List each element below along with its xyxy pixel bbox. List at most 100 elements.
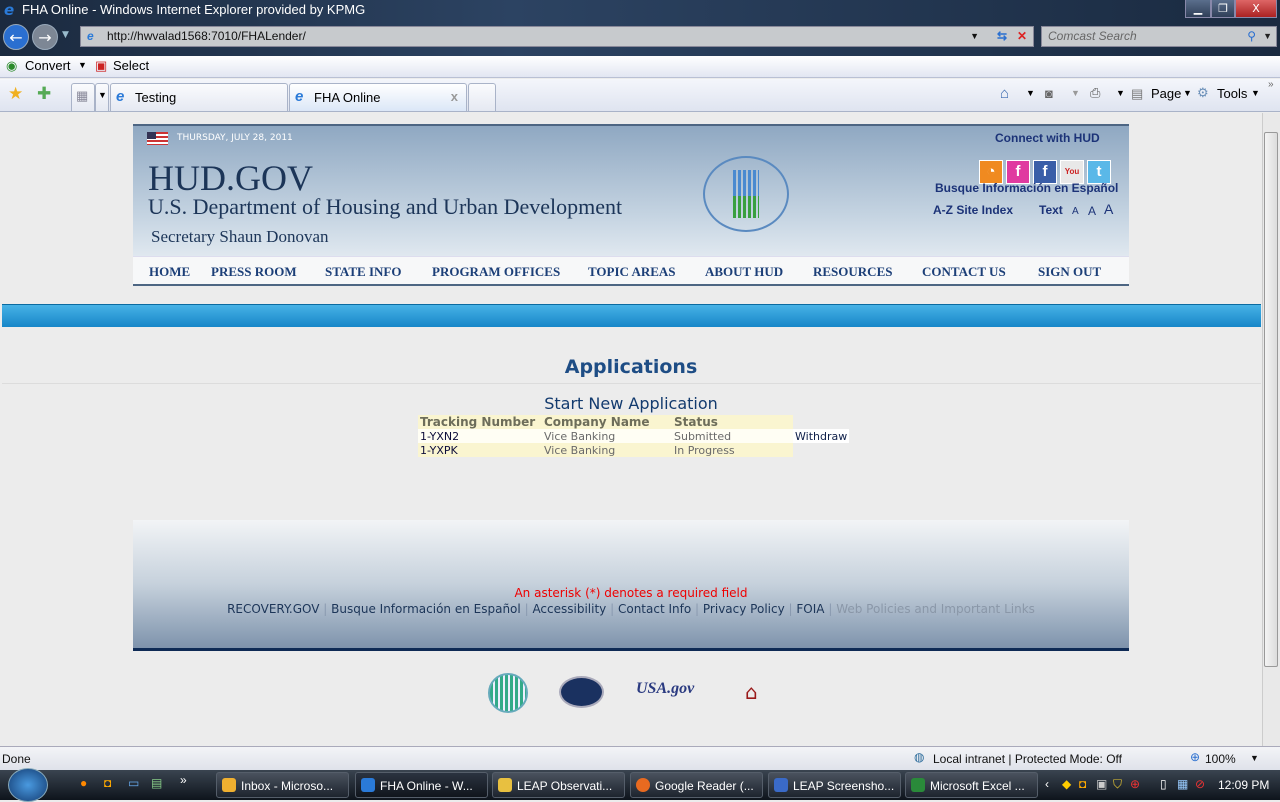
tray-icon[interactable]: ◘ (1079, 777, 1086, 791)
text-medium-button[interactable]: A (1088, 204, 1096, 218)
tray-icon[interactable]: ▣ (1096, 777, 1107, 791)
globe-icon: ◍ (914, 750, 925, 764)
print-icon[interactable]: ⎙ (1090, 85, 1100, 101)
tray-icon[interactable]: ◆ (1062, 777, 1071, 791)
select-button[interactable]: Select (113, 58, 149, 73)
close-tab-icon[interactable]: x (451, 89, 458, 104)
restore-button[interactable]: ❐ (1211, 0, 1235, 18)
print-dropdown-icon[interactable]: ▼ (1116, 88, 1125, 98)
start-button[interactable] (8, 768, 48, 802)
taskbar-item-leap-observations[interactable]: LEAP Observati... (492, 772, 625, 798)
gear-icon: ⚙ (1197, 85, 1209, 100)
az-index-link[interactable]: A-Z Site Index (933, 203, 1013, 217)
address-bar[interactable]: e http://hwvalad1568:7010/FHALender/ ▼ ⇆ … (80, 26, 1034, 47)
nav-contact-us[interactable]: CONTACT US (922, 264, 1006, 280)
scrollbar-thumb[interactable] (1264, 132, 1278, 667)
usa-gov-logo[interactable]: USA.gov (636, 680, 694, 698)
foia-link[interactable]: FOIA (796, 602, 824, 616)
home-dropdown-icon[interactable]: ▼ (1026, 88, 1035, 98)
tracking-number[interactable]: 1-YXPK (418, 443, 542, 457)
start-new-application-link[interactable]: Start New Application (0, 394, 1262, 413)
text-large-button[interactable]: A (1104, 201, 1113, 217)
tracking-number[interactable]: 1-YXN2 (418, 429, 542, 443)
more-quicklaunch-icon[interactable]: » (180, 773, 187, 787)
taskbar-item-leap-screenshots[interactable]: LEAP Screensho... (768, 772, 901, 798)
equal-housing-icon[interactable]: ⌂ (745, 680, 758, 704)
chevron-more-icon[interactable]: » (1268, 79, 1274, 90)
nav-sign-out[interactable]: SIGN OUT (1038, 264, 1101, 280)
text-small-button[interactable]: A (1072, 206, 1079, 217)
clock[interactable]: 12:09 PM (1218, 778, 1269, 792)
status-text: Done (2, 752, 31, 766)
taskbar-item-google-reader[interactable]: Google Reader (... (630, 772, 763, 798)
web-policies-link[interactable]: Web Policies and Important Links (836, 602, 1035, 616)
tools-dropdown-icon[interactable]: ▼ (1251, 88, 1260, 98)
page-dropdown-icon[interactable]: ▼ (1183, 88, 1192, 98)
tab-list-dropdown[interactable]: ▼ (95, 83, 109, 111)
app-icon[interactable]: ▤ (151, 776, 162, 790)
close-button[interactable]: X (1235, 0, 1277, 18)
volume-muted-icon[interactable]: ⊘ (1195, 777, 1205, 791)
withdraw-link[interactable]: Withdraw (793, 429, 850, 443)
convert-button[interactable]: Convert (25, 58, 71, 73)
feeds-dropdown-icon[interactable]: ▼ (1071, 88, 1080, 98)
nav-press-room[interactable]: PRESS ROOM (211, 264, 297, 280)
history-dropdown-icon[interactable]: ▼ (62, 30, 69, 40)
tools-menu[interactable]: Tools (1217, 86, 1247, 101)
feeds-icon[interactable]: ◙ (1045, 86, 1053, 101)
nav-program-offices[interactable]: PROGRAM OFFICES (432, 264, 560, 280)
address-dropdown-icon[interactable]: ▼ (970, 27, 979, 46)
minimize-button[interactable]: ▁ (1185, 0, 1211, 18)
tray-icon[interactable]: ▯ (1160, 777, 1167, 791)
tab-testing[interactable]: e Testing (110, 83, 288, 111)
search-icon[interactable]: ⚲ (1247, 27, 1256, 46)
desktop-icon[interactable]: ▭ (128, 776, 139, 790)
convert-dropdown-icon[interactable]: ▼ (78, 60, 87, 70)
taskbar-item-fha-online[interactable]: FHA Online - W... (355, 772, 488, 798)
home-icon[interactable]: ⌂ (1000, 85, 1009, 102)
new-tab-button[interactable] (468, 83, 496, 111)
status: Submitted (672, 429, 793, 443)
required-field-note: An asterisk (*) denotes a required field (514, 586, 748, 600)
nav-home[interactable]: HOME (149, 264, 190, 280)
tab-fha-online[interactable]: e FHA Online x (289, 83, 467, 111)
espanol-link[interactable]: Busque Información en Español (935, 181, 1118, 195)
tray-expand-icon[interactable]: ‹ (1045, 777, 1049, 791)
site-title[interactable]: HUD.GOV (148, 157, 313, 199)
white-house-icon[interactable] (559, 676, 604, 708)
ie-icon: e (4, 1, 15, 19)
privacy-policy-link[interactable]: Privacy Policy (703, 602, 785, 616)
add-favorite-icon[interactable]: ✚ (37, 84, 51, 104)
nav-about-hud[interactable]: ABOUT HUD (705, 264, 783, 280)
taskbar-item-excel[interactable]: Microsoft Excel ... (905, 772, 1038, 798)
convert-icon: ◉ (6, 58, 18, 73)
accessibility-link[interactable]: Accessibility (532, 602, 606, 616)
col-status: Status (672, 415, 793, 429)
firefox-icon[interactable]: ● (80, 776, 87, 790)
page-menu[interactable]: Page (1151, 86, 1181, 101)
espanol-footer-link[interactable]: Busque Información en Español (331, 602, 521, 616)
forward-button[interactable]: → (32, 24, 58, 50)
zoom-dropdown-icon[interactable]: ▼ (1250, 753, 1259, 763)
search-input[interactable]: Comcast Search ⚲ ▼ (1041, 26, 1277, 47)
recovery-link[interactable]: RECOVERY.GOV (227, 602, 319, 616)
nav-topic-areas[interactable]: TOPIC AREAS (588, 264, 676, 280)
back-button[interactable]: ← (3, 24, 29, 50)
search-dropdown-icon[interactable]: ▼ (1263, 27, 1272, 46)
zoom-level[interactable]: 100% (1205, 752, 1236, 766)
divider (2, 383, 1261, 384)
outlook-icon[interactable]: ◘ (104, 776, 111, 790)
network-icon[interactable]: ▦ (1177, 777, 1188, 791)
nav-state-info[interactable]: STATE INFO (325, 264, 401, 280)
security-zone[interactable]: Local intranet | Protected Mode: Off (933, 752, 1122, 766)
contact-info-link[interactable]: Contact Info (618, 602, 691, 616)
nav-resources[interactable]: RESOURCES (813, 264, 892, 280)
quick-tabs-button[interactable]: ▦ (71, 83, 95, 111)
taskbar-item-inbox[interactable]: Inbox - Microso... (216, 772, 349, 798)
shield-icon[interactable]: ⛉ (1113, 777, 1122, 792)
favorites-star-icon[interactable]: ★ (8, 84, 23, 104)
refresh-icon[interactable]: ⇆ (997, 27, 1007, 46)
stop-icon[interactable]: ✕ (1017, 27, 1027, 46)
tray-icon[interactable]: ⊕ (1130, 777, 1140, 791)
hud-seal-icon[interactable] (488, 673, 528, 713)
